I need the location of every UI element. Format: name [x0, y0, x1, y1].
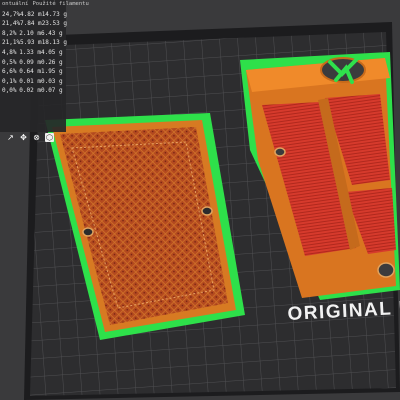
- legend-header: ontuální Použité filamentu: [0, 0, 89, 10]
- view-toolbar: ↗ ✥ ⊗ ⬡: [0, 130, 66, 144]
- legend-row: 8,2% 2.10 m 6.43 g: [0, 29, 66, 39]
- legend-row: 21,1% 5.93 m 18.13 g: [0, 38, 67, 48]
- move-icon[interactable]: ✥: [19, 133, 28, 142]
- legend-len: 5.93 m: [20, 39, 42, 47]
- legend-wt: 4.05 g: [40, 48, 63, 56]
- legend-pct: 6,6%: [2, 68, 17, 76]
- legend-row: 21,4% 7.84 m 23.53 g: [0, 19, 67, 29]
- legend-len: 0.64 m: [19, 68, 41, 76]
- legend-col-filament: Použité filamentu: [32, 1, 89, 7]
- legend-pct: 0,1%: [2, 77, 17, 85]
- legend-wt: 1.95 g: [40, 68, 63, 76]
- select-icon[interactable]: ↗: [6, 133, 15, 142]
- legend-wt: 0.03 g: [40, 77, 63, 85]
- legend-row: 4,8% 1.33 m 4.05 g: [0, 48, 66, 58]
- box-hole: [274, 147, 286, 157]
- legend-pct: 8,2%: [2, 29, 17, 37]
- box-cutout: [377, 262, 395, 278]
- cube-icon[interactable]: ⬡: [45, 132, 54, 142]
- legend-len: 4.82 m: [20, 10, 42, 18]
- legend-pct: 21,1%: [2, 39, 21, 47]
- legend-row: 6,6% 0.64 m 1.95 g: [0, 67, 66, 77]
- legend-len: 0.02 m: [19, 87, 41, 95]
- legend-row: 0,1% 0.01 m 0.03 g: [0, 77, 66, 87]
- legend-rows: 24,7% 4.82 m 14.73 g 21,4% 7.84 m 23.53 g 8,2%…: [0, 10, 67, 96]
- legend-len: 7.84 m: [20, 20, 42, 28]
- legend-wt: 6.43 g: [40, 29, 63, 37]
- tray-hole-right: [201, 206, 213, 216]
- legend-len: 1.33 m: [19, 48, 41, 56]
- legend-pct: 0,0%: [2, 87, 17, 95]
- legend-pct: 4,8%: [2, 48, 17, 56]
- legend-row: 0,5% 0.09 m 0.26 g: [0, 58, 66, 68]
- legend-wt: 23.53 g: [41, 20, 67, 28]
- legend-wt: 18.13 g: [41, 39, 67, 47]
- tray-hole-left: [82, 227, 94, 237]
- legend-len: 2.10 m: [19, 29, 41, 37]
- legend-wt: 14.73 g: [41, 10, 67, 18]
- legend-wt: 0.07 g: [40, 87, 63, 95]
- cut-icon[interactable]: ⊗: [32, 133, 41, 142]
- legend-wt: 0.26 g: [40, 58, 63, 66]
- color-legend: ontuální Použité filamentu 24,7% 4.82 m 14…: [0, 0, 89, 132]
- legend-row: 0,0% 0.02 m 0.07 g: [0, 86, 66, 96]
- legend-pct: 24,7%: [2, 10, 21, 18]
- legend-row: 24,7% 4.82 m 14.73 g: [0, 10, 67, 20]
- legend-pct: 0,5%: [2, 58, 17, 66]
- legend-len: 0.01 m: [19, 77, 41, 85]
- slicer-viewport[interactable]: ORIGINAL PRI ontuální Použité filamentu …: [0, 0, 400, 400]
- legend-col-time: ontuální: [2, 1, 29, 7]
- legend-pct: 21,4%: [2, 20, 21, 28]
- legend-len: 0.09 m: [19, 58, 41, 66]
